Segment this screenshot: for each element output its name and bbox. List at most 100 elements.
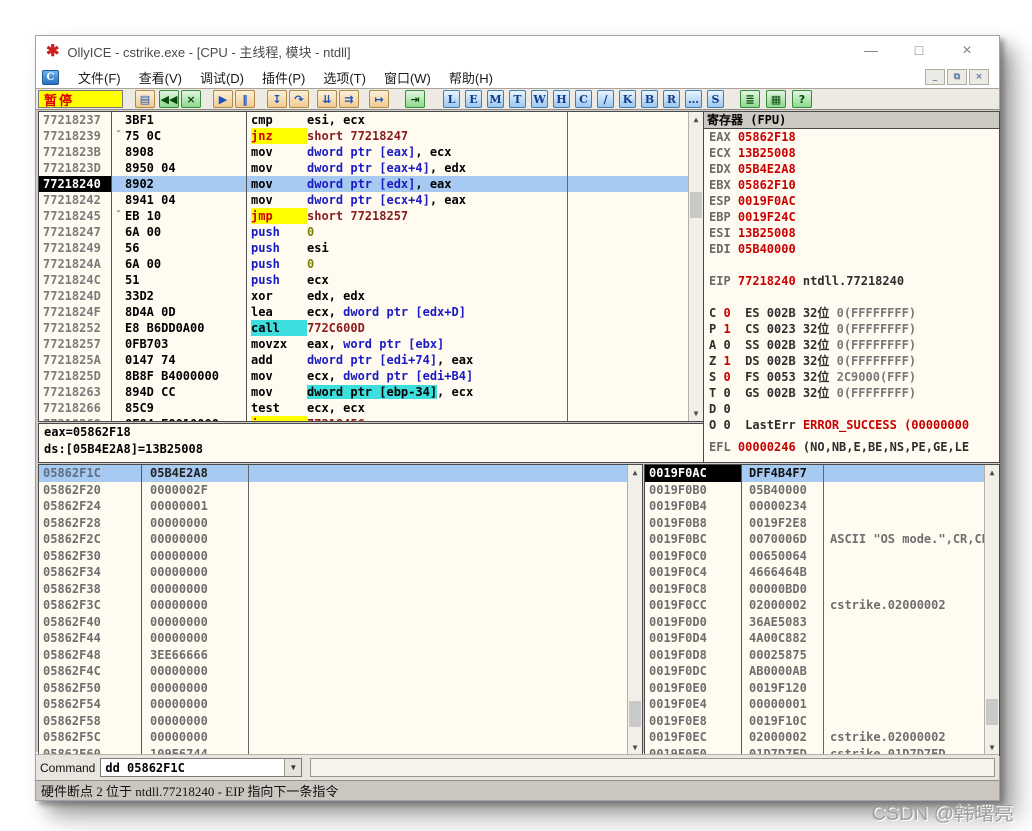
maximize-icon[interactable]: □: [911, 42, 927, 60]
scrollbar-thumb[interactable]: [690, 192, 702, 218]
register-line[interactable]: Z 1 DS 002B 32位 0(FFFFFFFF): [704, 353, 999, 369]
panel-button-T[interactable]: T: [509, 90, 526, 108]
disasm-row[interactable]: 7721824D33D2xoredx, edx: [39, 288, 688, 304]
panel-button-L[interactable]: L: [443, 90, 460, 108]
dump-row[interactable]: 05862F4000000000: [39, 614, 627, 631]
windows-list-button[interactable]: ≣: [740, 90, 760, 108]
disasm-row[interactable]: 772182373BF1cmpesi, ecx: [39, 112, 688, 128]
panel-button-B[interactable]: B: [641, 90, 658, 108]
stack-row[interactable]: 0019F0C800000BD0: [645, 581, 984, 598]
run-button[interactable]: ▶: [213, 90, 233, 108]
cpu-document-icon[interactable]: C: [42, 70, 59, 85]
scroll-up-icon[interactable]: ▲: [628, 465, 642, 480]
register-line[interactable]: C 0 ES 002B 32位 0(FFFFFFFF): [704, 305, 999, 321]
stack-row[interactable]: 0019F0C000650064: [645, 548, 984, 565]
disasm-row[interactable]: 772182408902movdword ptr [edx], eax: [39, 176, 688, 192]
stack-scrollbar[interactable]: ▲ ▼: [984, 465, 999, 755]
animate-over-button[interactable]: ⇉: [339, 90, 359, 108]
disasm-row[interactable]: 772182476A 00push0: [39, 224, 688, 240]
disasm-row[interactable]: 772182428941 04movdword ptr [ecx+4], eax: [39, 192, 688, 208]
stack-row[interactable]: 0019F0E00019F120: [645, 680, 984, 697]
register-line[interactable]: A 0 SS 002B 32位 0(FFFFFFFF): [704, 337, 999, 353]
panel-button-…[interactable]: …: [685, 90, 702, 108]
register-line[interactable]: EDI 05B40000: [704, 241, 999, 257]
disasm-row[interactable]: 77218252E8 B6DD0A00call772C600D: [39, 320, 688, 336]
scroll-down-icon[interactable]: ▼: [985, 740, 999, 755]
stack-row[interactable]: 0019F0B400000234: [645, 498, 984, 515]
register-line[interactable]: [704, 257, 999, 273]
panel-button-/[interactable]: /: [597, 90, 614, 108]
register-line[interactable]: D 0: [704, 401, 999, 417]
stack-row[interactable]: 0019F0D036AE5083: [645, 614, 984, 631]
disasm-row[interactable]: 772182680F84 E8010000je77218456: [39, 416, 688, 422]
menu-item[interactable]: 窗口(W): [375, 66, 440, 89]
menu-item[interactable]: 帮助(H): [440, 66, 502, 89]
dump-row[interactable]: 05862F5400000000: [39, 696, 627, 713]
scrollbar-thumb[interactable]: [629, 701, 641, 727]
register-line[interactable]: EBP 0019F24C: [704, 209, 999, 225]
scrollbar-thumb[interactable]: [986, 699, 998, 725]
menu-item[interactable]: 插件(P): [253, 66, 314, 89]
dump-scrollbar[interactable]: ▲ ▼: [627, 465, 642, 755]
mdi-restore-icon[interactable]: ⧉: [947, 69, 967, 85]
stack-row[interactable]: 0019F0E80019F10C: [645, 713, 984, 730]
help-button[interactable]: ?: [792, 90, 812, 108]
dump-row[interactable]: 05862F2800000000: [39, 515, 627, 532]
menu-item[interactable]: 查看(V): [130, 66, 191, 89]
stack-row[interactable]: 0019F0D44A00C882: [645, 630, 984, 647]
minimize-icon[interactable]: —: [863, 42, 879, 60]
register-line[interactable]: EDX 05B4E2A8: [704, 161, 999, 177]
scroll-down-icon[interactable]: ▼: [628, 740, 642, 755]
step-over-button[interactable]: ↷: [289, 90, 309, 108]
disasm-row[interactable]: 7721824F8D4A 0Dleaecx, dword ptr [edx+D]: [39, 304, 688, 320]
disasm-row[interactable]: 77218245ˇEB 10jmpshort 77218257: [39, 208, 688, 224]
dump-row[interactable]: 05862F5000000000: [39, 680, 627, 697]
register-line[interactable]: S 0 FS 0053 32位 2C9000(FFF): [704, 369, 999, 385]
register-line[interactable]: ST0 empty -6.2359373223443981260: [704, 461, 999, 463]
disasm-row[interactable]: 77218263894D CCmovdword ptr [ebp-34], ec…: [39, 384, 688, 400]
register-line[interactable]: EAX 05862F18: [704, 129, 999, 145]
panel-button-S[interactable]: S: [707, 90, 724, 108]
stack-row[interactable]: 0019F0EC02000002cstrike.02000002: [645, 729, 984, 746]
execute-till-return-button[interactable]: ↦: [369, 90, 389, 108]
command-input[interactable]: [101, 761, 284, 775]
stack-row[interactable]: 0019F0E400000001: [645, 696, 984, 713]
dump-row[interactable]: 05862F3400000000: [39, 564, 627, 581]
stack-row[interactable]: 0019F0B005B40000: [645, 482, 984, 499]
menu-item[interactable]: 文件(F): [69, 66, 130, 89]
disasm-row[interactable]: 77218239ˇ75 0Cjnzshort 77218247: [39, 128, 688, 144]
stack-row[interactable]: 0019F0C44666464B: [645, 564, 984, 581]
restart-button[interactable]: ◀◀: [159, 90, 179, 108]
register-line[interactable]: ECX 13B25008: [704, 145, 999, 161]
register-line[interactable]: EIP 77218240 ntdll.77218240: [704, 273, 999, 289]
step-into-button[interactable]: ↧: [267, 90, 287, 108]
stack-row[interactable]: 0019F0BC0070006DASCII "OS mode.",CR,CR: [645, 531, 984, 548]
command-combobox[interactable]: ▼: [100, 758, 302, 777]
scroll-up-icon[interactable]: ▲: [689, 112, 703, 127]
dump-row[interactable]: 05862F3800000000: [39, 581, 627, 598]
register-line[interactable]: EBX 05862F10: [704, 177, 999, 193]
close-program-button[interactable]: ×: [181, 90, 201, 108]
stack-row[interactable]: 0019F0ACDFF4B4F7: [645, 465, 984, 482]
register-line[interactable]: ESI 13B25008: [704, 225, 999, 241]
register-line[interactable]: P 1 CS 0023 32位 0(FFFFFFFF): [704, 321, 999, 337]
dump-row[interactable]: 05862F5800000000: [39, 713, 627, 730]
stack-row[interactable]: 0019F0B80019F2E8: [645, 515, 984, 532]
scroll-down-icon[interactable]: ▼: [689, 406, 703, 421]
disasm-row[interactable]: 7721824C51pushecx: [39, 272, 688, 288]
disasm-row[interactable]: 772182570FB703movzxeax, word ptr [ebx]: [39, 336, 688, 352]
panel-button-M[interactable]: M: [487, 90, 504, 108]
stack-row[interactable]: 0019F0CC02000002cstrike.02000002: [645, 597, 984, 614]
dump-row[interactable]: 05862F5C00000000: [39, 729, 627, 746]
open-button[interactable]: ▤: [135, 90, 155, 108]
disasm-row[interactable]: 7721825D8B8F B4000000movecx, dword ptr […: [39, 368, 688, 384]
close-icon[interactable]: ×: [959, 42, 975, 60]
mdi-close-icon[interactable]: ×: [969, 69, 989, 85]
panel-button-W[interactable]: W: [531, 90, 548, 108]
stack-row[interactable]: 0019F0DCAB0000AB: [645, 663, 984, 680]
disasm-row[interactable]: 7721823B8908movdword ptr [eax], ecx: [39, 144, 688, 160]
appearance-button[interactable]: ▦: [766, 90, 786, 108]
dump-row[interactable]: 05862F2400000001: [39, 498, 627, 515]
pause-execution-button[interactable]: ‖: [235, 90, 255, 108]
dump-row[interactable]: 05862F3C00000000: [39, 597, 627, 614]
